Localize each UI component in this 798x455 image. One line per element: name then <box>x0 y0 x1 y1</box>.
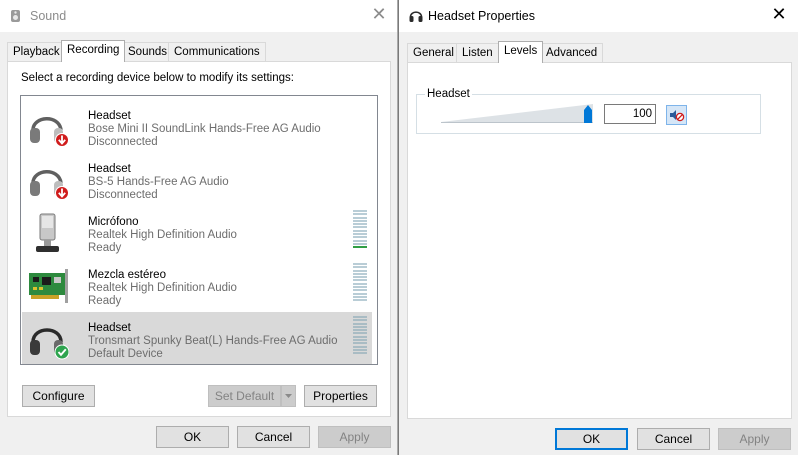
level-label: Headset <box>425 88 472 100</box>
tab-playback[interactable]: Playback <box>7 42 66 62</box>
headset-icon <box>409 11 423 22</box>
list-item[interactable]: Headset Tronsmart Spunky Beat(L) Hands-F… <box>22 312 372 364</box>
tab-communications[interactable]: Communications <box>168 42 266 62</box>
device-desc: BS-5 Hands-Free AG Audio <box>88 176 229 188</box>
tab-sounds[interactable]: Sounds <box>122 42 174 62</box>
list-item[interactable]: Micrófono Realtek High Definition Audio … <box>22 206 372 259</box>
list-item[interactable]: Headset BS-5 Hands-Free AG Audio Disconn… <box>22 153 372 206</box>
tab-recording[interactable]: Recording <box>61 40 126 62</box>
tab-advanced[interactable]: Advanced <box>540 43 604 63</box>
device-status: Ready <box>88 295 122 307</box>
window-title: Sound <box>30 9 67 23</box>
device-name: Mezcla estéreo <box>88 269 166 281</box>
device-status: Disconnected <box>88 189 158 201</box>
device-status: Disconnected <box>88 136 158 148</box>
level-meter <box>353 263 367 303</box>
tab-levels[interactable]: Levels <box>498 41 544 63</box>
device-name: Headset <box>88 110 131 122</box>
cancel-button[interactable]: Cancel <box>237 426 310 448</box>
level-value-field[interactable]: 100 <box>604 104 656 124</box>
close-icon[interactable]: ✕ <box>369 6 389 26</box>
ok-button[interactable]: OK <box>156 426 229 448</box>
speaker-muted-icon <box>670 110 685 122</box>
device-desc: Bose Mini II SoundLink Hands-Free AG Aud… <box>88 123 321 135</box>
device-desc: Realtek High Definition Audio <box>88 229 237 241</box>
level-meter <box>353 316 367 356</box>
sound-card-icon <box>29 269 68 303</box>
device-desc: Realtek High Definition Audio <box>88 282 237 294</box>
properties-titlebar: Headset Properties ✕ <box>399 0 798 32</box>
list-item[interactable]: Mezcla estéreo Realtek High Definition A… <box>22 259 372 312</box>
apply-button[interactable]: Apply <box>318 426 391 448</box>
mute-button[interactable] <box>666 105 687 125</box>
sound-window: Sound ✕ Playback Recording Sounds Commun… <box>0 0 398 455</box>
apply-button[interactable]: Apply <box>718 428 791 450</box>
headset-disconnected-icon <box>30 170 69 200</box>
device-desc: Tronsmart Spunky Beat(L) Hands-Free AG A… <box>88 335 338 347</box>
window-title: Headset Properties <box>428 9 536 23</box>
device-status: Ready <box>88 242 122 254</box>
level-meter <box>353 210 367 250</box>
configure-button[interactable]: Configure <box>22 385 95 407</box>
tab-listen[interactable]: Listen <box>456 43 499 63</box>
microphone-icon <box>36 213 59 252</box>
device-name: Micrófono <box>88 216 139 228</box>
headset-properties-window: Headset Properties ✕ General Listen Leve… <box>398 0 798 455</box>
device-name: Headset <box>88 163 131 175</box>
cancel-button[interactable]: Cancel <box>637 428 710 450</box>
set-default-dropdown[interactable] <box>281 385 296 407</box>
list-item[interactable]: Headset Bose Mini II SoundLink Hands-Fre… <box>22 100 372 153</box>
volume-slider[interactable] <box>439 102 599 126</box>
chevron-down-icon <box>285 394 292 398</box>
sound-titlebar: Sound ✕ <box>0 0 397 32</box>
speaker-icon <box>11 10 20 22</box>
tab-general[interactable]: General <box>407 43 460 63</box>
ok-button[interactable]: OK <box>555 428 628 450</box>
device-status: Default Device <box>88 348 163 360</box>
headset-default-icon <box>30 328 69 360</box>
set-default-button[interactable]: Set Default <box>208 385 281 407</box>
properties-button[interactable]: Properties <box>304 385 377 407</box>
instruction-text: Select a recording device below to modif… <box>21 72 294 84</box>
headset-disconnected-icon <box>30 117 69 147</box>
device-list[interactable]: Headset Bose Mini II SoundLink Hands-Fre… <box>20 95 378 365</box>
device-name: Headset <box>88 322 131 334</box>
close-icon[interactable]: ✕ <box>769 6 789 26</box>
